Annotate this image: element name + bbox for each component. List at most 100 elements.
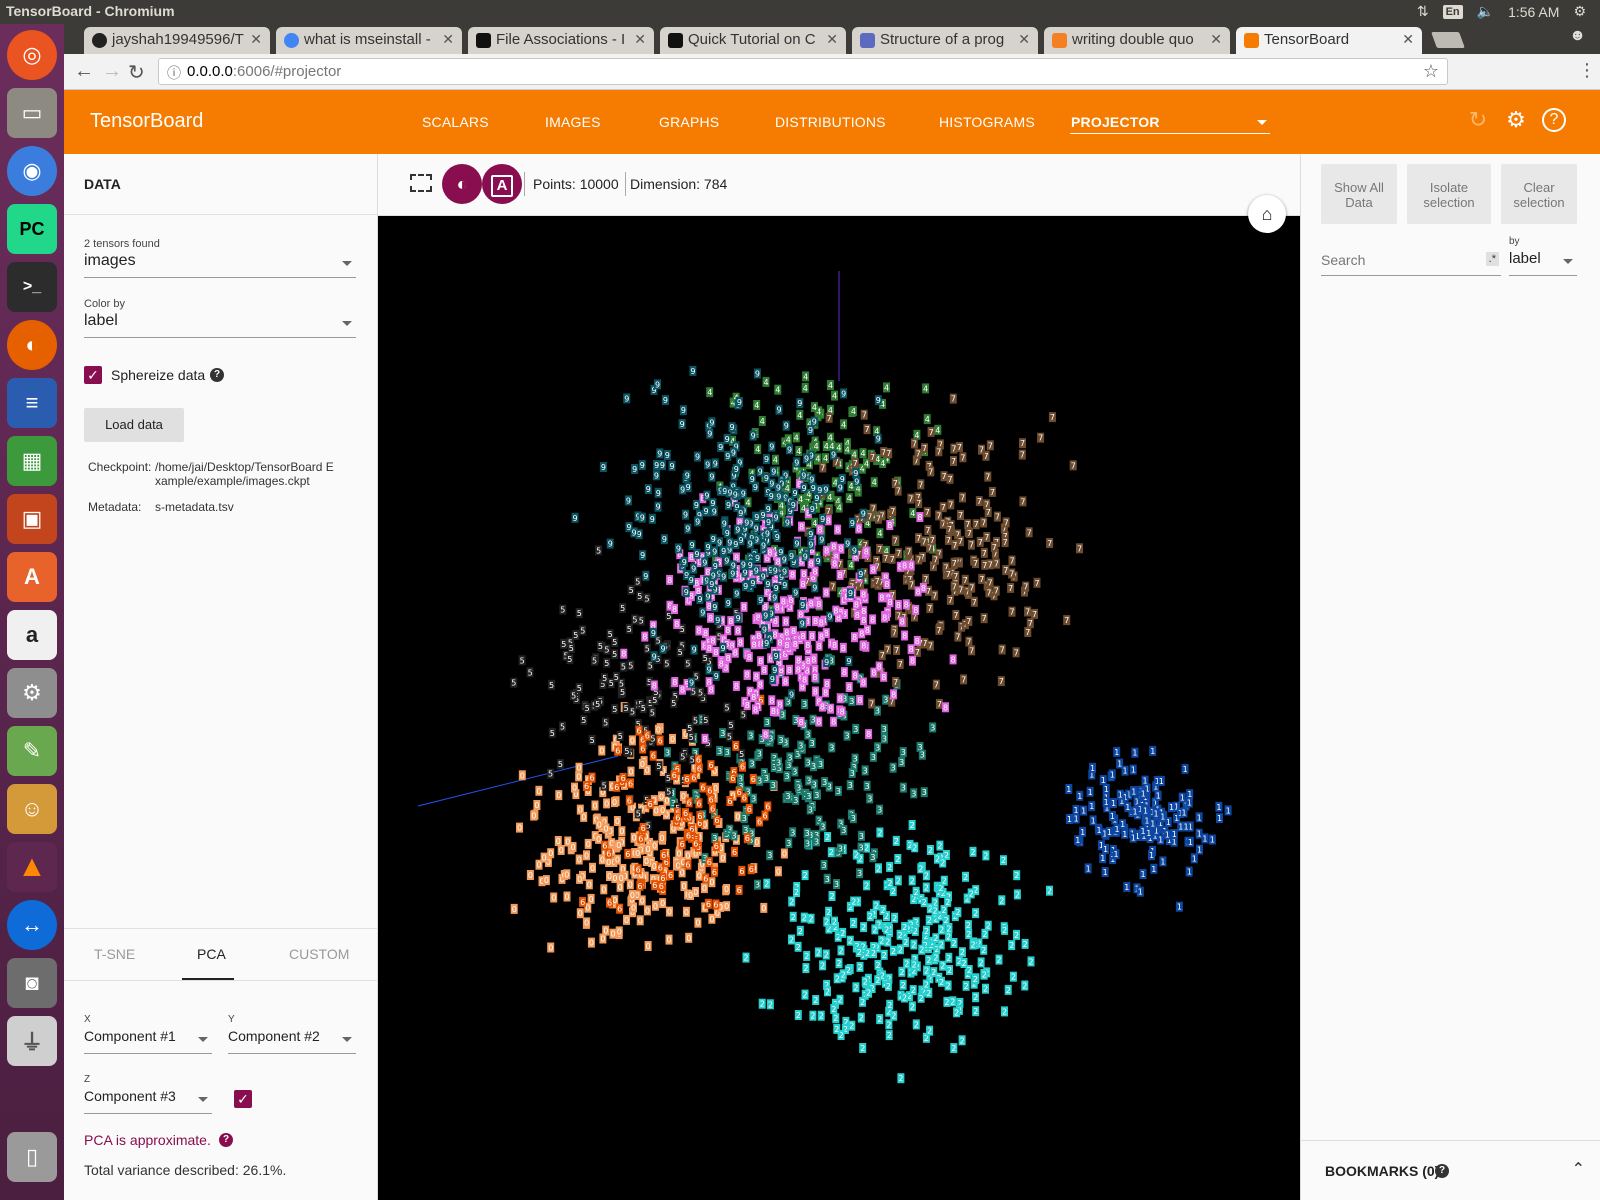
reset-view-home-icon[interactable]: ⌂ bbox=[1248, 195, 1286, 233]
impress-icon[interactable]: ▣ bbox=[7, 494, 57, 544]
label-mode-icon[interactable]: A bbox=[482, 164, 522, 204]
x-component-select[interactable]: Component #1 bbox=[84, 1028, 212, 1054]
system-settings-icon[interactable]: ⚙ bbox=[7, 668, 57, 718]
browser-tab[interactable]: Structure of a prog ✕ bbox=[852, 27, 1038, 54]
clear-selection-button[interactable]: Clear selection bbox=[1501, 164, 1577, 224]
show-all-data-button[interactable]: Show All Data bbox=[1321, 164, 1397, 224]
load-data-button[interactable]: Load data bbox=[84, 408, 184, 442]
close-tab-icon[interactable]: ✕ bbox=[442, 31, 454, 48]
embedding-point-label: 5 bbox=[528, 668, 533, 677]
teamviewer-icon[interactable]: ↔ bbox=[7, 900, 57, 950]
browser-tab[interactable]: what is mseinstall - ✕ bbox=[276, 27, 462, 54]
help-icon[interactable]: ? bbox=[1435, 1164, 1449, 1178]
clock[interactable]: 1:56 AM bbox=[1508, 4, 1559, 20]
close-tab-icon[interactable]: ✕ bbox=[634, 31, 646, 48]
reload-data-icon[interactable]: ↻ bbox=[1466, 108, 1490, 132]
menu-icon[interactable]: ⋮ bbox=[1578, 60, 1596, 81]
keyboard-layout-indicator[interactable]: En bbox=[1442, 4, 1463, 19]
info-icon[interactable]: ⓘ bbox=[167, 63, 181, 83]
usb-drive-icon[interactable]: ⏚ bbox=[7, 1016, 57, 1066]
files-icon[interactable]: ▭ bbox=[7, 88, 57, 138]
trash-icon[interactable]: ▯ bbox=[7, 1132, 57, 1182]
close-tab-icon[interactable]: ✕ bbox=[1402, 31, 1414, 48]
nav-scalars[interactable]: SCALARS bbox=[422, 114, 489, 130]
settings-gear-icon[interactable]: ⚙ bbox=[1504, 108, 1528, 132]
search-by-select[interactable]: label bbox=[1509, 250, 1577, 276]
ubuntu-dash-icon[interactable]: ◎ bbox=[7, 30, 57, 80]
embedding-point-label: 8 bbox=[621, 650, 626, 659]
embedding-point-label: 7 bbox=[999, 677, 1004, 686]
calc-icon[interactable]: ▦ bbox=[7, 436, 57, 486]
embedding-point-label: 5 bbox=[641, 704, 646, 713]
embedding-point-label: 2 bbox=[910, 821, 915, 830]
browser-tab[interactable]: jayshah19949596/T ✕ bbox=[84, 27, 270, 54]
software-center-icon[interactable]: A bbox=[7, 552, 57, 602]
isolate-selection-button[interactable]: Isolate selection bbox=[1407, 164, 1491, 224]
close-tab-icon[interactable]: ✕ bbox=[250, 31, 262, 48]
regex-toggle[interactable]: .* bbox=[1485, 252, 1499, 266]
projector-canvas[interactable]: 0000000000000000000000000000000000000000… bbox=[378, 216, 1300, 1200]
embedding-point-label: 9 bbox=[640, 514, 645, 523]
help-icon[interactable]: ? bbox=[219, 1133, 233, 1147]
embedding-point-label: 4 bbox=[910, 509, 915, 518]
embedding-point-label: 2 bbox=[960, 948, 965, 957]
embedding-scatter[interactable]: 0000000000000000000000000000000000000000… bbox=[378, 216, 1300, 1200]
close-tab-icon[interactable]: ✕ bbox=[1210, 31, 1222, 48]
profile-icon[interactable]: ☻ bbox=[1569, 27, 1586, 45]
browser-tab[interactable]: Quick Tutorial on C ✕ bbox=[660, 27, 846, 54]
nav-histograms[interactable]: HISTOGRAMS bbox=[939, 114, 1035, 130]
embedding-point-label: 2 bbox=[999, 896, 1004, 905]
tab-custom[interactable]: CUSTOM bbox=[289, 946, 349, 962]
help-icon[interactable]: ? bbox=[1542, 108, 1566, 132]
browser-tab-active[interactable]: TensorBoard ✕ bbox=[1236, 27, 1422, 54]
nav-distributions[interactable]: DISTRIBUTIONS bbox=[775, 114, 886, 130]
forward-icon[interactable]: → bbox=[102, 60, 122, 83]
camera-icon[interactable]: ◙ bbox=[7, 958, 57, 1008]
tab-pca[interactable]: PCA bbox=[197, 946, 226, 962]
close-tab-icon[interactable]: ✕ bbox=[826, 31, 838, 48]
z-enable-checkbox[interactable]: ✓ bbox=[234, 1090, 252, 1108]
select-mode-icon[interactable] bbox=[410, 174, 432, 192]
nav-graphs[interactable]: GRAPHS bbox=[659, 114, 719, 130]
embedding-point-label: 9 bbox=[812, 418, 817, 427]
back-icon[interactable]: ← bbox=[74, 60, 94, 83]
scatter-points[interactable]: 0000000000000000000000000000000000000000… bbox=[510, 365, 1232, 1084]
terminal-icon[interactable]: >_ bbox=[7, 262, 57, 312]
color-by-select[interactable]: label bbox=[84, 312, 356, 338]
gimp-icon[interactable]: ☺ bbox=[7, 784, 57, 834]
pycharm-icon[interactable]: PC bbox=[7, 204, 57, 254]
chevron-up-icon[interactable]: ⌃ bbox=[1572, 1159, 1585, 1179]
browser-tab[interactable]: writing double quo ✕ bbox=[1044, 27, 1230, 54]
night-mode-icon[interactable]: ◐ bbox=[442, 164, 482, 204]
bookmark-star-icon[interactable]: ☆ bbox=[1423, 61, 1439, 82]
vlc-icon[interactable]: ▲ bbox=[7, 842, 57, 892]
reload-icon[interactable]: ↻ bbox=[128, 60, 145, 85]
writer-icon[interactable]: ≡ bbox=[7, 378, 57, 428]
nav-images[interactable]: IMAGES bbox=[545, 114, 601, 130]
embedding-point-label: 9 bbox=[721, 644, 726, 653]
sphereize-checkbox[interactable]: ✓ bbox=[84, 366, 102, 384]
embedding-point-label: 2 bbox=[927, 1027, 932, 1036]
amazon-icon[interactable]: a bbox=[7, 610, 57, 660]
bookmarks-bar[interactable]: BOOKMARKS (0) ? ⌃ bbox=[1301, 1140, 1600, 1200]
browser-tab[interactable]: File Associations - I ✕ bbox=[468, 27, 654, 54]
close-tab-icon[interactable]: ✕ bbox=[1018, 31, 1030, 48]
address-bar[interactable]: ⓘ 0.0.0.0:6006/#projector ☆ bbox=[158, 58, 1448, 85]
help-icon[interactable]: ? bbox=[210, 368, 224, 382]
y-component-select[interactable]: Component #2 bbox=[228, 1028, 356, 1054]
search-input[interactable]: Search .* bbox=[1321, 250, 1501, 276]
chromium-icon[interactable]: ◉ bbox=[7, 146, 57, 196]
tab-tsne[interactable]: T-SNE bbox=[94, 946, 135, 962]
volume-icon[interactable]: 🔈 bbox=[1477, 3, 1494, 20]
nav-projector[interactable]: PROJECTOR bbox=[1071, 114, 1160, 130]
embedding-point-label: 1 bbox=[1187, 799, 1192, 808]
z-component-select[interactable]: Component #3 bbox=[84, 1088, 212, 1114]
embedding-point-label: 2 bbox=[877, 1015, 882, 1024]
nav-dropdown-caret-icon[interactable] bbox=[1257, 120, 1267, 125]
text-editor-icon[interactable]: ✎ bbox=[7, 726, 57, 776]
network-icon[interactable]: ⇅ bbox=[1417, 3, 1429, 20]
tensor-select[interactable]: images bbox=[84, 252, 356, 278]
firefox-icon[interactable]: ◐ bbox=[7, 320, 57, 370]
new-tab-button[interactable] bbox=[1431, 32, 1465, 48]
power-icon[interactable]: ⚙ bbox=[1573, 3, 1586, 20]
